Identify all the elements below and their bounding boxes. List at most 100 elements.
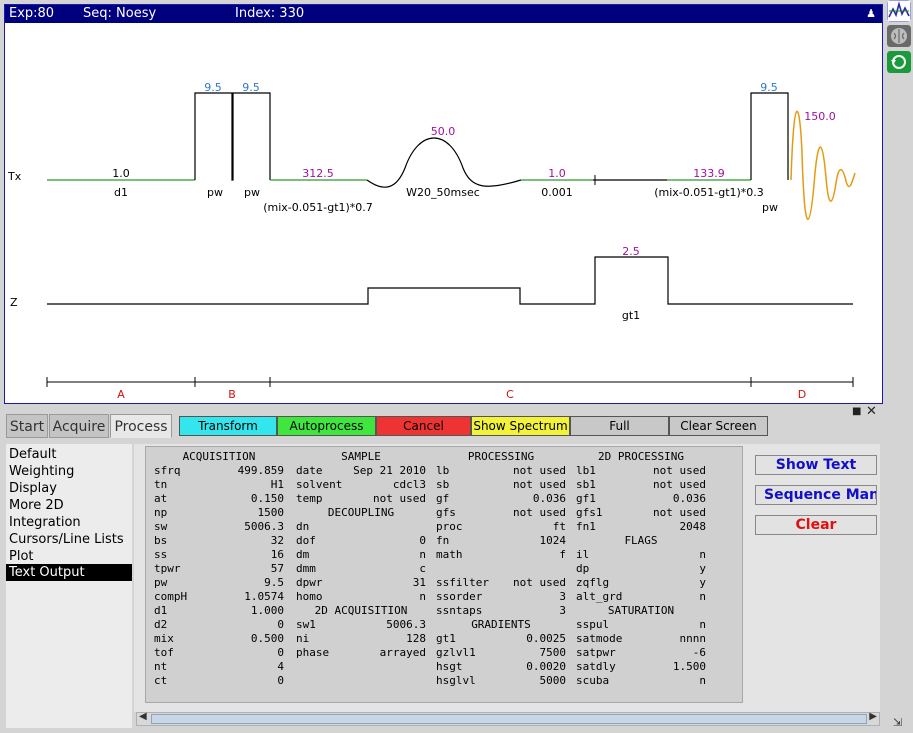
exp-label: Exp:80 bbox=[9, 6, 55, 21]
channel-label-tx: Tx bbox=[7, 170, 22, 183]
param-key: sb1 bbox=[576, 478, 596, 491]
clear-screen-button[interactable]: Clear Screen bbox=[669, 416, 768, 436]
autoprocess-button[interactable]: Autoprocess bbox=[277, 416, 376, 436]
full-button[interactable]: Full bbox=[570, 416, 669, 436]
param-value: 0 bbox=[277, 618, 284, 631]
tx-top-label: 9.5 bbox=[204, 81, 222, 94]
param-key: satmode bbox=[576, 632, 623, 645]
param-section-heading: GRADIENTS bbox=[471, 618, 531, 631]
tab-process[interactable]: Process bbox=[110, 414, 172, 438]
tab-start[interactable]: Start bbox=[6, 414, 48, 438]
refresh-icon[interactable] bbox=[887, 51, 911, 73]
horizontal-scrollbar[interactable]: ◀ ▶ bbox=[136, 711, 880, 726]
transform-button[interactable]: Transform bbox=[179, 416, 277, 436]
clear-button[interactable]: Clear bbox=[755, 515, 877, 535]
param-row: scuba n bbox=[576, 674, 706, 688]
param-row: math f bbox=[436, 548, 566, 562]
param-key: lb bbox=[436, 464, 450, 477]
seq-label: Seq: Noesy bbox=[83, 6, 157, 21]
param-key: ct bbox=[154, 674, 168, 687]
param-row: pw 9.5 bbox=[154, 576, 284, 590]
sequence-manual-button[interactable]: Sequence Manual bbox=[755, 485, 877, 505]
channel-label-z: Z bbox=[10, 296, 18, 309]
param-key: dmm bbox=[296, 562, 316, 575]
param-row: il n bbox=[576, 548, 706, 562]
menu-item-cursors[interactable]: Cursors/Line Lists bbox=[6, 531, 132, 548]
param-value: ft bbox=[552, 520, 566, 533]
param-row: gzlvl1 7500 bbox=[436, 646, 566, 660]
menu-item-plot[interactable]: Plot bbox=[6, 548, 132, 565]
show-spectrum-button[interactable]: Show Spectrum bbox=[471, 416, 570, 436]
param-key: fn bbox=[436, 534, 450, 547]
param-value: not used bbox=[373, 492, 426, 505]
cancel-button[interactable]: Cancel bbox=[376, 416, 471, 436]
param-value: H1 bbox=[270, 478, 284, 491]
tx-shaped-pulse bbox=[366, 137, 522, 188]
param-row: ssntaps 3 bbox=[436, 604, 566, 618]
tab-acquire[interactable]: Acquire bbox=[49, 414, 109, 438]
param-row: satmode nnnn bbox=[576, 632, 706, 646]
close-icon[interactable]: ✕ bbox=[866, 404, 877, 419]
param-value: c bbox=[419, 562, 426, 575]
pin-icon[interactable]: ■ bbox=[852, 406, 861, 417]
param-section-heading: SATURATION bbox=[607, 604, 675, 617]
param-key: mix bbox=[154, 632, 174, 645]
param-value: not used bbox=[513, 478, 566, 491]
scroll-right-icon[interactable]: ▶ bbox=[869, 711, 877, 722]
param-value: Sep 21 2010 bbox=[353, 464, 426, 477]
param-value: 57 bbox=[270, 562, 284, 575]
graphics-canvas[interactable]: Exp:80 Seq: Noesy Index: 330 ♟ Tx Z 9.5 … bbox=[4, 4, 883, 404]
tx-top-label: 150.0 bbox=[804, 110, 836, 123]
param-row: bs 32 bbox=[154, 534, 284, 548]
param-row: hsgt 0.0020 bbox=[436, 660, 566, 674]
scroll-left-icon[interactable]: ◀ bbox=[139, 711, 147, 722]
scrollbar-thumb[interactable] bbox=[151, 714, 867, 724]
param-value: not used bbox=[513, 506, 566, 519]
param-value: 9.5 bbox=[264, 576, 284, 589]
param-key: hsglvl bbox=[436, 674, 476, 687]
param-value: not used bbox=[653, 464, 706, 477]
param-key: d1 bbox=[154, 604, 168, 617]
spectrum-icon[interactable] bbox=[887, 0, 911, 22]
param-key: at bbox=[154, 492, 168, 505]
param-key: dof bbox=[296, 534, 316, 547]
menu-item-text-output[interactable]: Text Output bbox=[6, 564, 132, 581]
param-section-heading: 2D ACQUISITION bbox=[314, 604, 408, 617]
parameter-text-panel: ACQUISITION sfrq 499.859 tn H1 at 0.150 np 1500 s… bbox=[145, 446, 743, 703]
show-text-button[interactable]: Show Text bbox=[755, 455, 877, 475]
param-value: 32 bbox=[270, 534, 284, 547]
section-label: C bbox=[506, 388, 514, 401]
menu-item-default[interactable]: Default bbox=[6, 446, 132, 463]
tx-pulse-final bbox=[750, 92, 789, 180]
param-key: ssfilter bbox=[436, 576, 489, 589]
menu-item-integration[interactable]: Integration bbox=[6, 514, 132, 531]
param-value: not used bbox=[513, 464, 566, 477]
menu-item-weighting[interactable]: Weighting bbox=[6, 463, 132, 480]
param-row: compH 1.0574 bbox=[154, 590, 284, 604]
param-value: 0.150 bbox=[250, 492, 284, 505]
param-value: y bbox=[699, 562, 706, 575]
param-key: ssntaps bbox=[436, 604, 483, 617]
param-value: 2048 bbox=[679, 520, 707, 533]
param-key: tof bbox=[154, 646, 174, 659]
param-value: 0 bbox=[277, 674, 284, 687]
resize-handle-icon[interactable]: ⇲ bbox=[893, 716, 902, 729]
param-row: dpwr 31 bbox=[296, 576, 426, 590]
param-value: f bbox=[559, 548, 566, 561]
param-row: nt 4 bbox=[154, 660, 284, 674]
brain-icon[interactable] bbox=[887, 25, 911, 47]
param-value: n bbox=[699, 674, 706, 687]
param-key: sspul bbox=[576, 618, 610, 631]
tx-bottom-label: pw bbox=[207, 186, 223, 199]
param-row: mix 0.500 bbox=[154, 632, 284, 646]
param-value: n bbox=[419, 548, 426, 561]
param-key: gzlvl1 bbox=[436, 646, 476, 659]
menu-item-display[interactable]: Display bbox=[6, 480, 132, 497]
menu-item-more-2d[interactable]: More 2D bbox=[6, 497, 132, 514]
param-row: hsglvl 5000 bbox=[436, 674, 566, 688]
tx-bottom-label: W20_50msec bbox=[406, 186, 480, 199]
param-row: dmm c bbox=[296, 562, 426, 576]
param-key: dpwr bbox=[296, 576, 323, 589]
user-icon[interactable]: ♟ bbox=[866, 5, 876, 23]
param-value: 1.0574 bbox=[244, 590, 284, 603]
